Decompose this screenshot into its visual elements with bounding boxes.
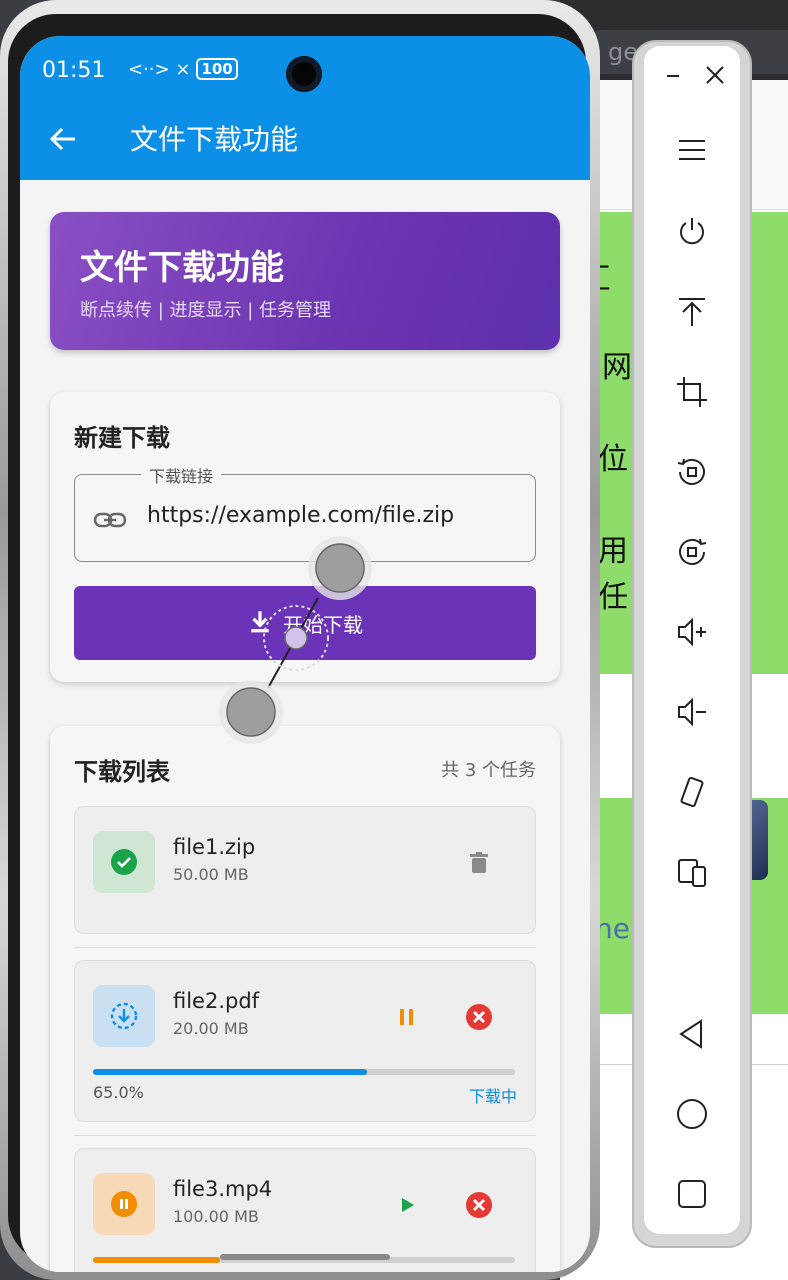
battery-icon: 100 <box>196 58 238 80</box>
crop-icon[interactable] <box>672 372 712 412</box>
background-char: 任 <box>598 580 628 615</box>
menu-icon[interactable] <box>672 130 712 170</box>
top-icon[interactable] <box>672 292 712 332</box>
progress-bar-fill <box>93 1069 368 1075</box>
progress-percent: 65.0% <box>93 1083 144 1102</box>
file-size: 100.00 MB <box>173 1207 259 1226</box>
volume-down-icon[interactable] <box>672 692 712 732</box>
status-label: 下载中 <box>468 1087 517 1106</box>
back-icon[interactable] <box>672 1014 712 1054</box>
download-list-title: 下载列表 <box>74 758 170 786</box>
back-arrow-icon[interactable] <box>48 124 78 154</box>
shake-icon[interactable] <box>672 772 712 812</box>
check-circle-icon <box>93 831 155 893</box>
new-download-card: 新建下载 下载链接 https://example.com/file.zip 开… <box>50 392 560 682</box>
link-icon <box>93 503 127 537</box>
progress-bar <box>93 1069 515 1075</box>
download-task: file2.pdf 20.00 MB 65.0% 下载中 <box>74 960 536 1122</box>
file-size: 20.00 MB <box>173 1019 249 1038</box>
status-icons: <··> × 100 <box>128 58 238 80</box>
background-char: 位 <box>598 442 628 477</box>
progress-bar-fill <box>93 1257 220 1263</box>
hero-banner: 文件下载功能 断点续传 | 进度显示 | 任务管理 <box>50 212 560 350</box>
phone-bezel: 01:51 <··> × 100 文件下载功能 文件下载功能 断点续传 | 进度… <box>8 14 590 1272</box>
close-icon[interactable] <box>700 60 730 90</box>
file-name: file3.mp4 <box>173 1177 273 1201</box>
url-field[interactable]: 下载链接 https://example.com/file.zip <box>74 463 536 562</box>
background-char: 用 <box>598 534 628 569</box>
hero-title: 文件下载功能 <box>80 248 284 288</box>
start-download-button[interactable]: 开始下载 <box>74 586 536 660</box>
task-divider <box>74 1135 536 1136</box>
minimize-icon[interactable] <box>658 60 688 90</box>
app-bar: 01:51 <··> × 100 文件下载功能 <box>20 36 590 180</box>
phone-screen: 01:51 <··> × 100 文件下载功能 文件下载功能 断点续传 | 进度… <box>20 36 590 1272</box>
power-icon[interactable] <box>672 212 712 252</box>
camera-cutout <box>286 56 322 92</box>
file-name: file1.zip <box>173 835 256 859</box>
download-icon <box>247 608 273 639</box>
emulator-toolbar <box>644 46 740 1234</box>
hero-subtitle: 断点续传 | 进度显示 | 任务管理 <box>80 300 332 321</box>
start-download-label: 开始下载 <box>283 612 363 637</box>
page-title: 文件下载功能 <box>130 123 299 156</box>
paused-icon <box>93 1173 155 1235</box>
multi-device-icon[interactable] <box>672 852 712 892</box>
phone-frame: 01:51 <··> × 100 文件下载功能 文件下载功能 断点续传 | 进度… <box>0 0 600 1280</box>
rotate-right-icon[interactable] <box>672 532 712 572</box>
task-divider <box>74 947 536 948</box>
file-size: 50.00 MB <box>173 865 249 884</box>
task-count: 共 3 个任务 <box>441 760 536 781</box>
cancel-icon[interactable] <box>463 1001 495 1033</box>
home-indicator[interactable] <box>220 1254 390 1260</box>
rotate-left-icon[interactable] <box>672 452 712 492</box>
new-download-title: 新建下载 <box>74 424 170 452</box>
file-name: file2.pdf <box>173 989 260 1013</box>
cancel-icon[interactable] <box>463 1189 495 1221</box>
pause-icon[interactable] <box>391 1001 423 1033</box>
status-time: 01:51 <box>42 58 106 83</box>
background-link-text: ne <box>595 912 630 945</box>
delete-icon[interactable] <box>463 847 495 879</box>
downloading-icon <box>93 985 155 1047</box>
signal-icon: <··> × <box>128 58 191 80</box>
download-list-card: 下载列表 共 3 个任务 file1.zip 50.00 MB file2.pd… <box>50 726 560 1272</box>
play-icon[interactable] <box>391 1189 423 1221</box>
background-char: 网 <box>602 350 632 385</box>
download-task: file1.zip 50.00 MB <box>74 806 536 934</box>
volume-up-icon[interactable] <box>672 612 712 652</box>
home-icon[interactable] <box>672 1094 712 1134</box>
recent-icon[interactable] <box>672 1174 712 1214</box>
url-field-label: 下载链接 <box>141 463 222 487</box>
url-input[interactable]: https://example.com/file.zip <box>147 503 454 528</box>
